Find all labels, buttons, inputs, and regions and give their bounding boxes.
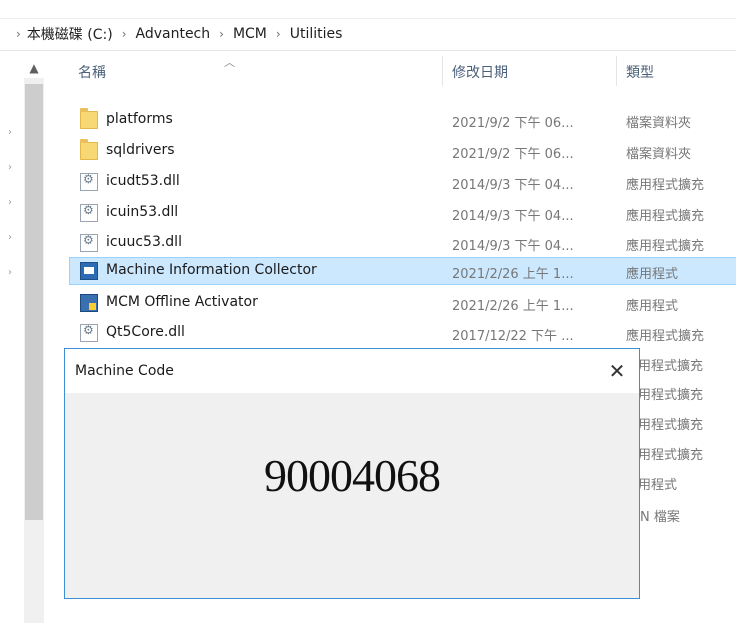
file-row[interactable]: platforms 2021/9/2 下午 06... 檔案資料夾 bbox=[70, 107, 736, 133]
file-row[interactable]: sqldrivers 2021/9/2 下午 06... 檔案資料夾 bbox=[70, 138, 736, 164]
dll-file-icon bbox=[80, 172, 98, 191]
expand-chevron-icon[interactable]: › bbox=[8, 162, 12, 173]
expand-chevron-icon[interactable]: › bbox=[8, 232, 12, 243]
file-row[interactable]: icuuc53.dll 2014/9/3 下午 04... 應用程式擴充 bbox=[70, 230, 736, 256]
dialog-title-bar[interactable]: Machine Code ✕ bbox=[65, 349, 639, 393]
file-type-partial: 用程式 bbox=[638, 478, 678, 493]
column-header-modified[interactable]: 修改日期 bbox=[452, 62, 508, 82]
file-type: 應用程式 bbox=[626, 267, 679, 282]
file-type-partial: 用程式擴充 bbox=[638, 448, 704, 463]
file-name: icudt53.dll bbox=[106, 173, 180, 189]
expand-chevron-icon[interactable]: › bbox=[8, 127, 12, 138]
file-date: 2014/9/3 下午 04... bbox=[452, 209, 574, 224]
file-type: 應用程式擴充 bbox=[626, 239, 705, 254]
file-date: 2021/2/26 上午 1... bbox=[452, 267, 574, 282]
sort-ascending-icon: ︿ bbox=[224, 56, 235, 69]
file-name: MCM Offline Activator bbox=[106, 294, 258, 310]
window-top-band bbox=[0, 0, 736, 19]
folder-icon bbox=[80, 139, 98, 160]
folder-icon bbox=[80, 108, 98, 129]
dll-file-icon bbox=[80, 203, 98, 222]
file-type: 應用程式擴充 bbox=[626, 329, 705, 344]
file-date: 2021/2/26 上午 1... bbox=[452, 299, 574, 314]
file-row[interactable]: MCM Offline Activator 2021/2/26 上午 1... … bbox=[70, 290, 736, 316]
file-row-selected[interactable]: Machine Information Collector 2021/2/26 … bbox=[69, 257, 736, 285]
machine-code-dialog: Machine Code ✕ 90004068 bbox=[64, 348, 640, 599]
application-icon bbox=[80, 294, 98, 312]
breadcrumb-chevron-icon[interactable]: › bbox=[122, 27, 127, 41]
file-name: Machine Information Collector bbox=[106, 262, 317, 278]
scrollbar-thumb[interactable] bbox=[25, 84, 43, 520]
file-date: 2017/12/22 下午 ... bbox=[452, 329, 574, 344]
close-icon[interactable]: ✕ bbox=[595, 349, 639, 393]
file-row[interactable]: icudt53.dll 2014/9/3 下午 04... 應用程式擴充 bbox=[70, 169, 736, 195]
file-type-partial: 用程式擴充 bbox=[638, 418, 704, 433]
file-date: 2021/9/2 下午 06... bbox=[452, 147, 574, 162]
file-type: 應用程式擴充 bbox=[626, 178, 705, 193]
breadcrumb-item-advantech[interactable]: Advantech bbox=[136, 26, 211, 42]
breadcrumb-item-utilities[interactable]: Utilities bbox=[290, 26, 343, 42]
address-bar[interactable]: › 本機磁碟 (C:) › Advantech › MCM › Utilitie… bbox=[0, 18, 736, 51]
scroll-up-arrow-icon[interactable]: ▲ bbox=[24, 58, 44, 78]
file-name: platforms bbox=[106, 111, 173, 127]
machine-code-value: 90004068 bbox=[264, 450, 441, 501]
file-type: 應用程式擴充 bbox=[626, 209, 705, 224]
file-type-partial: 用程式擴充 bbox=[638, 388, 704, 403]
breadcrumb-chevron-icon[interactable]: › bbox=[16, 27, 21, 41]
breadcrumb-item-mcm[interactable]: MCM bbox=[233, 26, 267, 42]
column-divider[interactable] bbox=[442, 56, 443, 86]
file-type: 應用程式 bbox=[626, 299, 679, 314]
breadcrumb-chevron-icon[interactable]: › bbox=[219, 27, 224, 41]
file-type-partial: 用程式擴充 bbox=[638, 359, 704, 374]
file-row[interactable]: Qt5Core.dll 2017/12/22 下午 ... 應用程式擴充 bbox=[70, 320, 736, 346]
file-name: sqldrivers bbox=[106, 142, 175, 158]
file-date: 2014/9/3 下午 04... bbox=[452, 239, 574, 254]
file-row[interactable]: icuin53.dll 2014/9/3 下午 04... 應用程式擴充 bbox=[70, 200, 736, 226]
expand-chevron-icon[interactable]: › bbox=[8, 267, 12, 278]
file-name: icuin53.dll bbox=[106, 204, 179, 220]
file-name: icuuc53.dll bbox=[106, 234, 182, 250]
column-header-name[interactable]: 名稱 bbox=[78, 62, 106, 82]
file-date: 2021/9/2 下午 06... bbox=[452, 116, 574, 131]
file-type: 檔案資料夾 bbox=[626, 147, 692, 162]
navigation-pane[interactable]: › › › › › bbox=[0, 51, 22, 623]
dll-file-icon bbox=[80, 233, 98, 252]
breadcrumb-chevron-icon[interactable]: › bbox=[276, 27, 281, 41]
file-date: 2014/9/3 下午 04... bbox=[452, 178, 574, 193]
file-name: Qt5Core.dll bbox=[106, 324, 185, 340]
column-header-type[interactable]: 類型 bbox=[626, 62, 654, 82]
breadcrumb: › 本機磁碟 (C:) › Advantech › MCM › Utilitie… bbox=[16, 24, 342, 44]
file-type: 檔案資料夾 bbox=[626, 116, 692, 131]
expand-chevron-icon[interactable]: › bbox=[8, 197, 12, 208]
application-icon bbox=[80, 262, 98, 280]
column-divider[interactable] bbox=[616, 56, 617, 86]
dialog-title: Machine Code bbox=[75, 363, 174, 379]
dll-file-icon bbox=[80, 323, 98, 342]
breadcrumb-item-drive[interactable]: 本機磁碟 (C:) bbox=[27, 24, 113, 44]
